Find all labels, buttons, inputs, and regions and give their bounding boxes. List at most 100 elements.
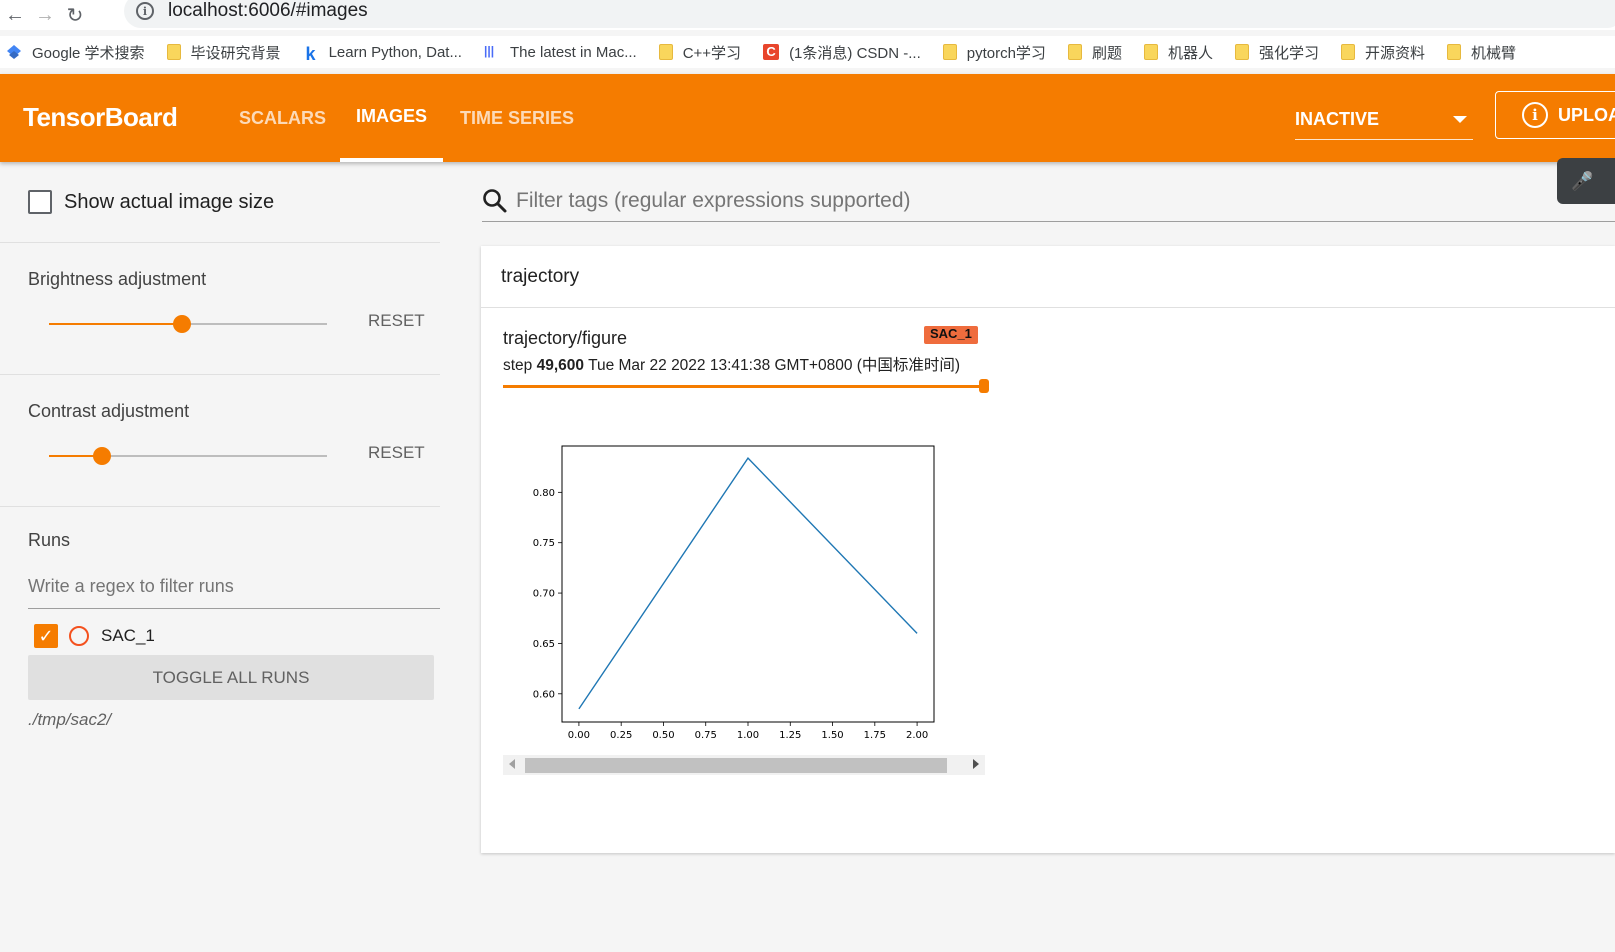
runs-title: Runs <box>28 530 71 550</box>
site-info-icon[interactable]: i <box>136 2 154 20</box>
bookmark-item[interactable]: Google 学术搜索 <box>6 42 145 63</box>
bookmark-item[interactable]: C (1条消息) CSDN -... <box>763 42 921 63</box>
runs-filter-input[interactable]: Write a regex to filter runs <box>28 565 440 609</box>
info-icon: i <box>1522 102 1548 128</box>
bookmark-item[interactable]: 机械臂 <box>1447 42 1516 63</box>
inactive-select-label: INACTIVE <box>1295 109 1380 129</box>
brightness-title: Brightness adjustment <box>28 269 207 289</box>
browser-address-bar: ← → ↻ i localhost:6006/#images <box>0 0 1615 30</box>
step-slider[interactable] <box>503 379 989 393</box>
folder-icon <box>1067 44 1082 60</box>
csdn-icon: C <box>763 44 780 60</box>
contrast-section: Contrast adjustment RESET <box>0 375 440 507</box>
kaggle-icon: k <box>305 44 316 64</box>
x-tick-label: 2.00 <box>906 730 928 741</box>
y-tick-label: 0.80 <box>533 488 555 499</box>
bookmark-item[interactable]: ||| The latest in Mac... <box>484 44 637 61</box>
folder-icon <box>942 44 957 60</box>
bookmark-item[interactable]: 开源资料 <box>1340 42 1425 63</box>
sidebar: Show actual image size Brightness adjust… <box>0 162 440 952</box>
brightness-section: Brightness adjustment RESET <box>0 243 440 375</box>
logdir-path: ./tmp/sac2/ <box>28 710 112 729</box>
tensorboard-header: TensorBoard SCALARS IMAGES TIME SERIES I… <box>0 74 1615 162</box>
run-checkbox[interactable]: ✓ <box>34 624 58 648</box>
bookmark-item[interactable]: C++学习 <box>658 42 741 63</box>
x-tick-label: 0.25 <box>610 730 632 741</box>
contrast-slider[interactable] <box>49 447 327 465</box>
folder-icon <box>1340 44 1355 60</box>
forward-icon[interactable]: → <box>30 1 60 29</box>
papers-with-code-icon: ||| <box>483 44 495 58</box>
x-tick-label: 1.50 <box>821 730 843 741</box>
y-tick-label: 0.70 <box>533 589 555 600</box>
run-name: SAC_1 <box>101 626 155 645</box>
scroll-left-icon[interactable] <box>509 759 515 769</box>
x-tick-label: 0.00 <box>568 730 590 741</box>
url-text: localhost:6006/#images <box>168 0 368 21</box>
upload-button[interactable]: i UPLOA <box>1495 91 1615 139</box>
tag-filter-placeholder: Filter tags (regular expressions support… <box>516 188 911 212</box>
bookmark-item[interactable]: 毕设研究背景 <box>166 42 281 63</box>
contrast-slider-thumb[interactable] <box>92 447 111 465</box>
image-card: trajectory/figure SAC_1 step 49,600 Tue … <box>503 326 989 775</box>
image-step-info: step 49,600 Tue Mar 22 2022 13:41:38 GMT… <box>503 353 985 375</box>
run-item: ✓ SAC_1 <box>34 621 155 651</box>
google-scholar-icon <box>7 45 21 59</box>
step-slider-thumb[interactable] <box>979 379 989 393</box>
url-field[interactable]: i localhost:6006/#images <box>124 0 1615 28</box>
bookmark-item[interactable]: k Learn Python, Dat... <box>303 44 462 65</box>
x-tick-label: 1.00 <box>737 730 759 741</box>
x-tick-label: 1.75 <box>864 730 886 741</box>
tab-scalars[interactable]: SCALARS <box>223 74 342 162</box>
bookmark-item[interactable]: 刷题 <box>1067 42 1122 63</box>
tag-group-header[interactable]: trajectory <box>481 246 1615 308</box>
trajectory-plot-image: 0.00 0.25 0.50 0.75 1.00 1.25 1.50 1.75 2.00 0.60… <box>533 445 935 741</box>
reload-icon[interactable]: ↻ <box>60 1 90 29</box>
tab-images[interactable]: IMAGES <box>340 74 444 162</box>
y-tick-label: 0.75 <box>533 538 555 549</box>
contrast-title: Contrast adjustment <box>28 401 190 421</box>
folder-icon <box>166 44 181 60</box>
scroll-right-icon[interactable] <box>973 759 979 769</box>
folder-icon <box>1447 44 1461 60</box>
step-prefix: step <box>503 357 533 374</box>
show-actual-size-checkbox[interactable] <box>28 190 52 214</box>
image-card-title: trajectory/figure <box>503 328 628 348</box>
y-tick-label: 0.65 <box>533 639 555 650</box>
folder-icon <box>1143 44 1158 60</box>
run-color-radio[interactable] <box>69 626 89 646</box>
brightness-slider[interactable] <box>49 315 327 333</box>
back-icon[interactable]: ← <box>0 1 30 29</box>
tag-group-card: trajectory trajectory/figure SAC_1 step … <box>481 246 1615 853</box>
tab-time-series[interactable]: TIME SERIES <box>444 74 590 162</box>
plot-frame <box>561 445 935 723</box>
tag-filter-input[interactable]: Filter tags (regular expressions support… <box>482 180 1615 222</box>
folder-icon <box>1234 44 1249 60</box>
y-tick-label: 0.60 <box>533 689 555 700</box>
x-tick-label: 0.75 <box>695 730 717 741</box>
chevron-down-icon <box>1453 116 1467 123</box>
step-value: 49,600 <box>536 357 585 374</box>
show-actual-size-label: Show actual image size <box>64 190 275 213</box>
brightness-reset-button[interactable]: RESET <box>368 311 425 331</box>
folder-icon <box>658 44 673 60</box>
bookmark-item[interactable]: 机器人 <box>1143 42 1213 63</box>
scrollbar-thumb[interactable] <box>525 758 947 773</box>
toggle-all-runs-button[interactable]: TOGGLE ALL RUNS <box>28 655 434 700</box>
x-tick-label: 1.25 <box>779 730 801 741</box>
bookmark-item[interactable]: 强化学习 <box>1234 42 1319 63</box>
search-icon <box>483 188 507 212</box>
x-tick-label: 0.50 <box>652 730 674 741</box>
brightness-slider-fill <box>49 323 183 325</box>
step-timestamp: Tue Mar 22 2022 13:41:38 GMT+0800 (中国标准时… <box>588 357 961 374</box>
show-actual-size-row[interactable]: Show actual image size <box>0 162 440 243</box>
bookmark-item[interactable]: pytorch学习 <box>942 42 1046 63</box>
inactive-plugins-select[interactable]: INACTIVE <box>1295 100 1473 140</box>
bookmarks-bar: Google 学术搜索 毕设研究背景 k Learn Python, Dat..… <box>0 36 1615 68</box>
horizontal-scrollbar[interactable] <box>503 755 985 775</box>
run-badge: SAC_1 <box>924 326 978 344</box>
app-logo[interactable]: TensorBoard <box>23 102 178 133</box>
brightness-slider-thumb[interactable] <box>173 315 192 333</box>
tag-group-title: trajectory <box>501 265 580 287</box>
contrast-reset-button[interactable]: RESET <box>368 443 425 463</box>
